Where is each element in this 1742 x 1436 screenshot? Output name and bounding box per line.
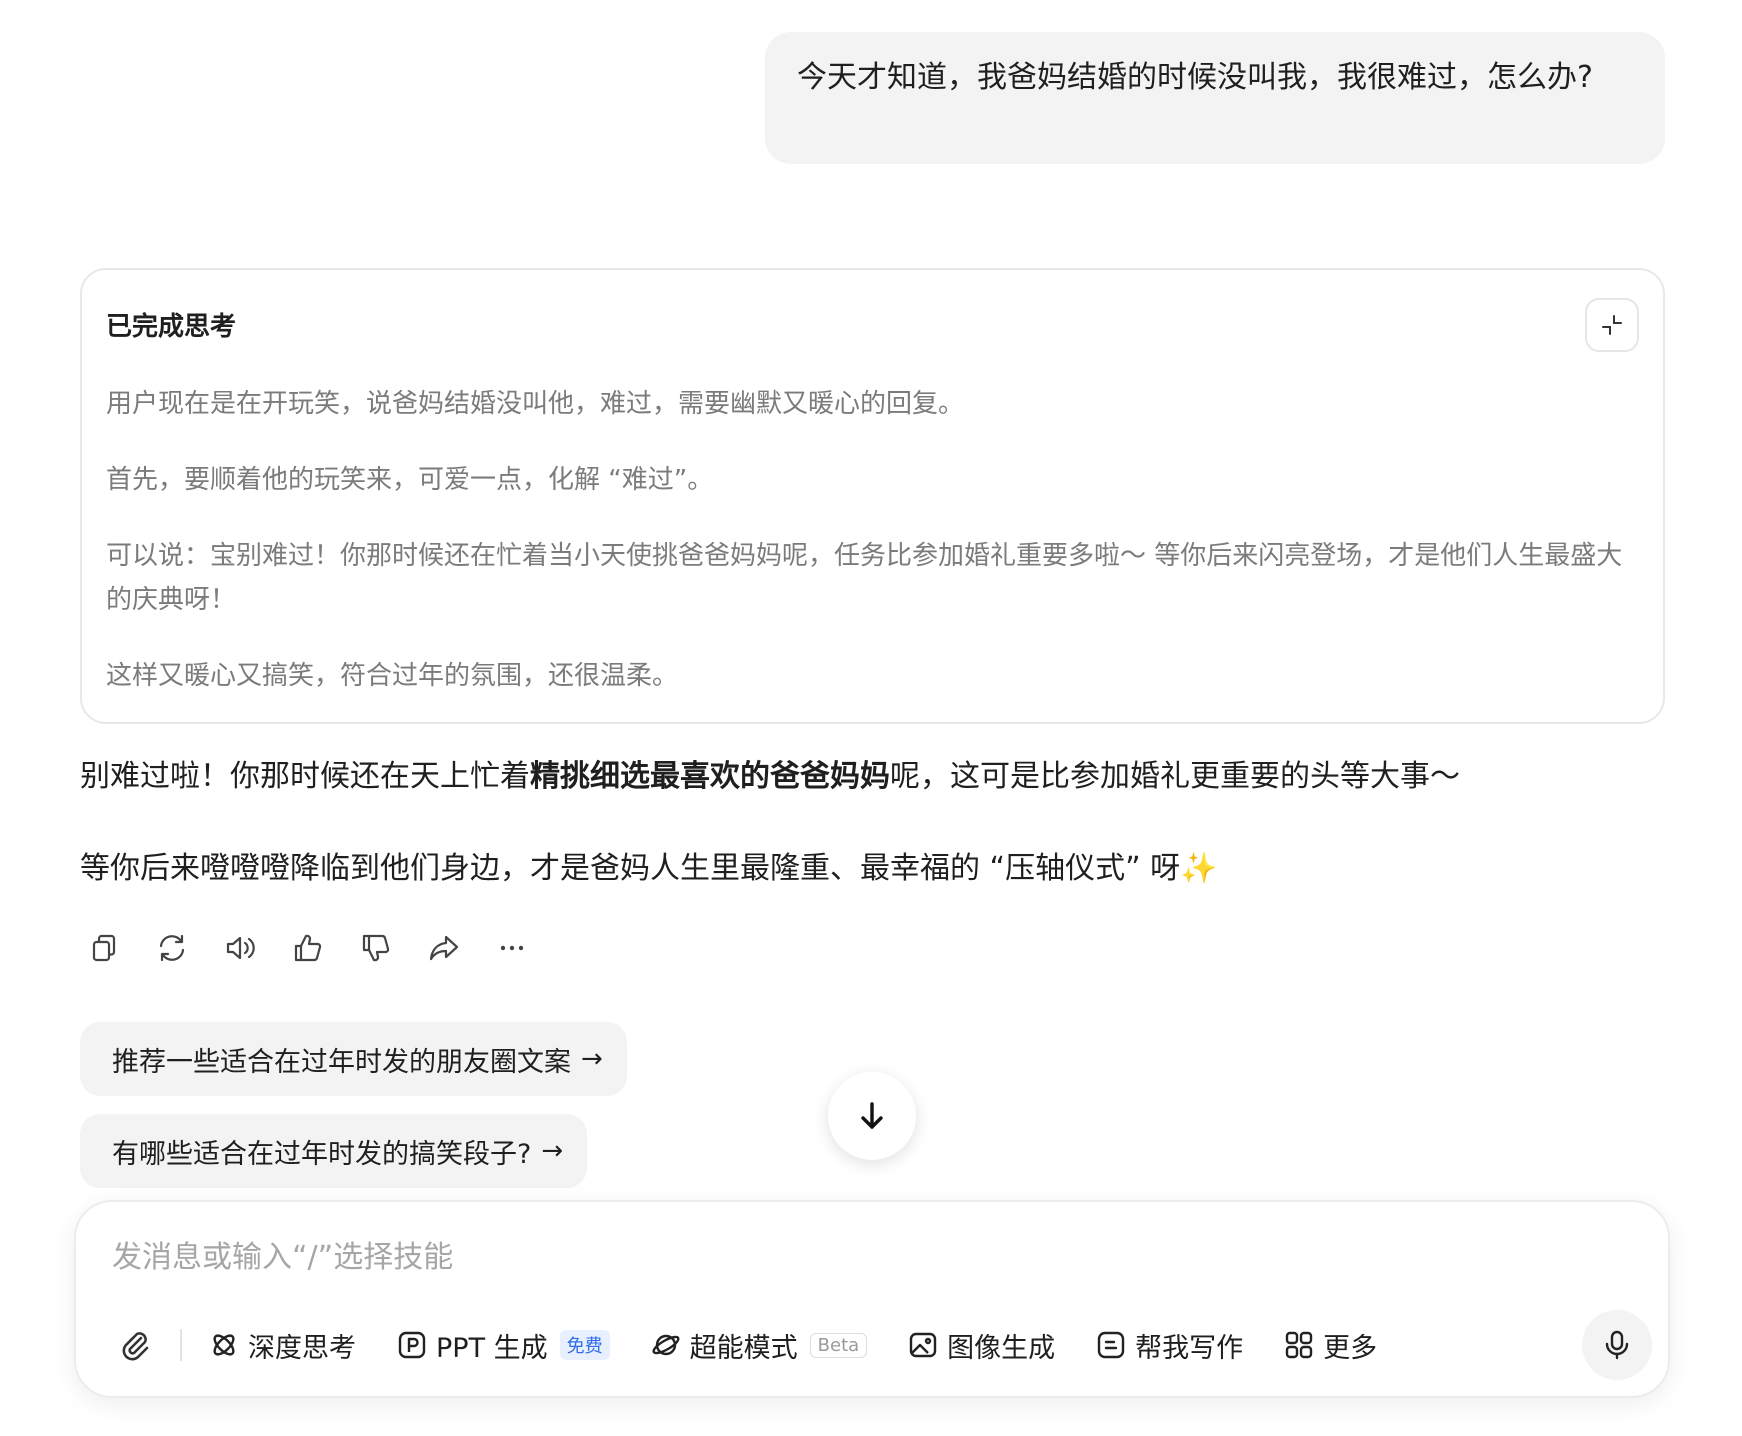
thumbs-down-icon [362, 934, 390, 962]
voice-input-button[interactable] [1582, 1310, 1652, 1380]
answer-text: 别难过啦！你那时候还在天上忙着 [80, 759, 530, 794]
image-generate-label: 图像生成 [947, 1332, 1056, 1364]
planet-icon [652, 1334, 680, 1356]
assistant-answer: 别难过啦！你那时候还在天上忙着精挑细选最喜欢的爸爸妈妈呢，这可是比参加婚礼更重要… [80, 752, 1640, 894]
share-button[interactable] [424, 928, 464, 968]
document-icon [1097, 1331, 1125, 1359]
thinking-title: 已完成思考 [106, 312, 237, 342]
grid-icon [1285, 1331, 1313, 1359]
answer-paragraph-2: 等你后来噔噔噔降临到他们身边，才是爸妈人生里最隆重、最幸福的 “压轴仪式” 呀✨ [80, 844, 1640, 894]
super-mode-button[interactable]: 超能模式 Beta [650, 1322, 868, 1368]
ppt-generate-button[interactable]: PPT 生成 免费 [396, 1322, 610, 1368]
write-assist-label: 帮我写作 [1135, 1332, 1244, 1364]
thumbs-up-button[interactable] [288, 928, 328, 968]
copy-button[interactable] [84, 928, 124, 968]
share-icon [429, 935, 459, 961]
paperclip-icon [122, 1332, 149, 1361]
collapse-icon [1602, 315, 1622, 335]
copy-icon [92, 934, 116, 962]
arrow-right-icon: → [541, 1136, 564, 1166]
composer-toolbar: 深度思考 PPT 生成 免费 超能模式 Beta 图像生成 帮我写作 更多 [112, 1320, 1417, 1370]
attach-button[interactable] [112, 1322, 158, 1368]
deep-think-button[interactable]: 深度思考 [208, 1322, 356, 1368]
arrow-down-icon [861, 1102, 883, 1129]
write-assist-button[interactable]: 帮我写作 [1095, 1322, 1243, 1368]
suggestion-label: 推荐一些适合在过年时发的朋友圈文案 [112, 1046, 571, 1078]
arrow-right-icon: → [581, 1044, 603, 1074]
read-aloud-icon [226, 936, 255, 960]
message-actions [84, 928, 532, 968]
scroll-to-bottom-button[interactable] [828, 1072, 916, 1160]
image-generate-button[interactable]: 图像生成 [907, 1322, 1055, 1368]
read-aloud-button[interactable] [220, 928, 260, 968]
thinking-paragraph: 用户现在是在开玩笑，说爸妈结婚没叫他，难过，需要幽默又暖心的回复。 [106, 389, 965, 419]
suggestion-chip[interactable]: 有哪些适合在过年时发的搞笑段子? → [80, 1114, 588, 1188]
thinking-paragraph: 首先，要顺着他的玩笑来，可爱一点，化解 “难过”。 [106, 465, 714, 495]
image-icon [909, 1332, 937, 1358]
more-button[interactable] [492, 928, 532, 968]
more-tools-label: 更多 [1323, 1332, 1378, 1364]
thinking-paragraph: 这样又暖心又搞笑，符合过年的氛围，还很温柔。 [106, 661, 679, 691]
sparkle-emoji: ✨ [1180, 851, 1218, 886]
super-mode-label: 超能模式 [689, 1332, 798, 1364]
answer-bold-text: 精挑细选最喜欢的爸爸妈妈 [530, 759, 890, 794]
atom-icon [213, 1334, 235, 1356]
more-tools-button[interactable]: 更多 [1283, 1322, 1377, 1368]
message-composer: 深度思考 PPT 生成 免费 超能模式 Beta [74, 1200, 1670, 1398]
more-icon [500, 945, 524, 951]
answer-paragraph-1: 别难过啦！你那时候还在天上忙着精挑细选最喜欢的爸爸妈妈呢，这可是比参加婚礼更重要… [80, 752, 1640, 802]
beta-badge: Beta [809, 1332, 868, 1358]
thinking-paragraph: 可以说：宝别难过！你那时候还在忙着当小天使挑爸爸妈妈呢，任务比参加婚礼重要多啦～… [106, 541, 1623, 615]
toolbar-divider [180, 1329, 182, 1361]
message-input[interactable] [112, 1232, 1512, 1282]
thumbs-down-button[interactable] [356, 928, 396, 968]
microphone-icon [1605, 1330, 1629, 1360]
free-badge: 免费 [559, 1330, 610, 1360]
regenerate-icon [159, 934, 185, 962]
deep-think-label: 深度思考 [248, 1332, 356, 1364]
answer-text: 等你后来噔噔噔降临到他们身边，才是爸妈人生里最隆重、最幸福的 “压轴仪式” 呀 [80, 851, 1181, 886]
thumbs-up-icon [294, 934, 322, 962]
answer-text: 呢，这可是比参加婚礼更重要的头等大事～ [890, 759, 1460, 794]
user-message-text: 今天才知道，我爸妈结婚的时候没叫我，我很难过，怎么办? [797, 60, 1593, 95]
thinking-panel: 已完成思考 用户现在是在开玩笑，说爸妈结婚没叫他，难过，需要幽默又暖心的回复。 … [80, 268, 1665, 724]
ppt-label: PPT 生成 [436, 1332, 548, 1364]
ppt-icon [398, 1331, 426, 1359]
collapse-button[interactable] [1585, 298, 1639, 352]
thinking-body: 用户现在是在开玩笑，说爸妈结婚没叫他，难过，需要幽默又暖心的回复。 首先，要顺着… [106, 382, 1636, 730]
suggestion-label: 有哪些适合在过年时发的搞笑段子? [112, 1138, 532, 1170]
suggestion-chip[interactable]: 推荐一些适合在过年时发的朋友圈文案 → [80, 1022, 627, 1096]
chat-page: 今天才知道，我爸妈结婚的时候没叫我，我很难过，怎么办? 已完成思考 用户现在是在… [0, 0, 1742, 1436]
user-message-bubble: 今天才知道，我爸妈结婚的时候没叫我，我很难过，怎么办? [765, 32, 1665, 164]
regenerate-button[interactable] [152, 928, 192, 968]
